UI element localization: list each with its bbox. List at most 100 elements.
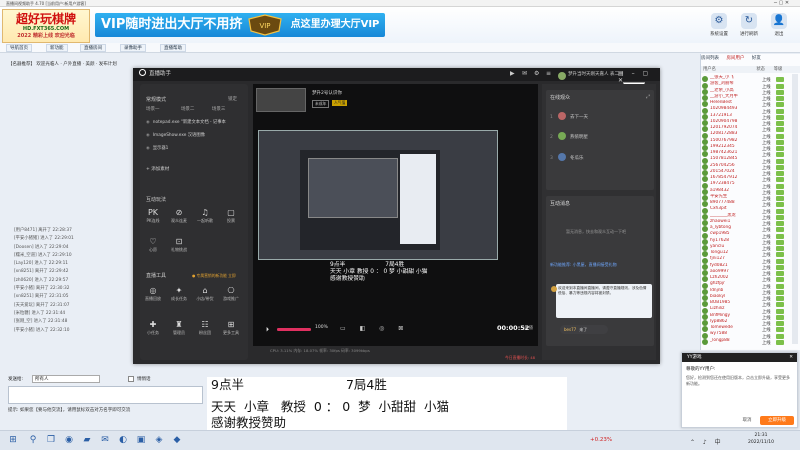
co-host-button[interactable]: ⊘ 观众连麦 bbox=[168, 208, 190, 231]
tab-scene-3[interactable]: 场景三 bbox=[212, 107, 226, 112]
gift-challenge-button[interactable]: ⊡ 礼物挑战 bbox=[168, 237, 190, 260]
message-input[interactable] bbox=[8, 386, 203, 404]
viewer-row[interactable]: 1 去下一天 bbox=[550, 112, 650, 120]
tool-label: 小任务 bbox=[147, 330, 159, 335]
app-icon[interactable]: ◈ bbox=[152, 433, 166, 447]
refresh-icon: ↻ bbox=[741, 13, 757, 29]
viewer-row[interactable]: 3 冬瓜乐 bbox=[550, 153, 650, 161]
mail-icon[interactable]: ✉ bbox=[522, 70, 531, 79]
task-button[interactable]: ✚ 小任务 bbox=[142, 320, 164, 346]
viewer-name: 燕侬明星 bbox=[570, 135, 588, 140]
scene-mode[interactable]: 常规模式 bbox=[146, 96, 166, 103]
end-live-button[interactable]: 关播 bbox=[524, 325, 533, 331]
logout-button[interactable]: 👤 退出 bbox=[764, 13, 794, 43]
send-target-select[interactable]: 所有人 bbox=[32, 375, 100, 383]
window-controls[interactable]: ─ ▢ ✕ bbox=[774, 0, 800, 7]
browser-icon[interactable]: ◉ bbox=[62, 433, 76, 447]
lock-toggle[interactable]: 锁定 bbox=[228, 96, 237, 102]
settings-button[interactable]: ⚙ 系统设置 bbox=[704, 13, 734, 43]
heart-icon: ♡ bbox=[149, 237, 157, 246]
yy-cancel-button[interactable]: 取消 bbox=[735, 416, 759, 425]
music-button[interactable]: ♫ 一起听歌 bbox=[194, 208, 216, 231]
overlay-rule: 7局4胜 bbox=[345, 377, 387, 392]
site-logo[interactable]: 超好玩棋牌 HD.FXT365.COM 2022 精彩上线 欢迎光临 bbox=[2, 9, 90, 43]
logo-url: HD.FXT365.COM bbox=[22, 26, 70, 32]
tab-scene-2[interactable]: 场景二 bbox=[181, 107, 195, 112]
nav-help[interactable]: 直播帮助 bbox=[160, 44, 186, 52]
wish-button[interactable]: ♡ 心愿 bbox=[142, 237, 164, 260]
user-row[interactable]: _longp88 上线 bbox=[702, 338, 798, 346]
fan-group-button[interactable]: ☷ 粉丝团 bbox=[194, 320, 216, 346]
expand-icon[interactable]: ⤢ bbox=[646, 94, 650, 100]
settings-icon[interactable]: ⚙ bbox=[534, 70, 543, 79]
vip-badge-icon: VIP bbox=[245, 13, 285, 37]
folder-icon[interactable]: ▰ bbox=[80, 433, 94, 447]
user-list-scrollbar[interactable] bbox=[792, 74, 798, 344]
tool-label: 直播回放 bbox=[145, 296, 161, 301]
shop-button[interactable]: ⌂ 小店/带货 bbox=[194, 286, 216, 312]
pk-button[interactable]: PK PK连线 bbox=[142, 208, 164, 231]
add-source-button[interactable]: + 添加素材 bbox=[146, 165, 186, 175]
info-line: 【名器推荐】 欢迎光临人 · 户外直播 · 美颜 · 发布计划 bbox=[8, 62, 117, 67]
nav-record[interactable]: 录像助手 bbox=[120, 44, 146, 52]
col-level: 等级 bbox=[773, 67, 783, 72]
task-view-icon[interactable]: ❐ bbox=[44, 433, 58, 447]
growth-button[interactable]: ✦ 成长任务 bbox=[168, 286, 190, 312]
captured-overlay-text: 9点半 7局4胜 天天 小章 教授 0 ： 0 梦 小甜甜 小猫 感谢教授赞助 bbox=[330, 262, 490, 304]
record-icon: ◎ bbox=[149, 286, 157, 295]
app-title: 直播助手 bbox=[149, 71, 172, 77]
search-icon[interactable]: ⚲ bbox=[26, 433, 40, 447]
col-status: 状态 bbox=[756, 67, 765, 72]
store-icon[interactable]: ✉ bbox=[98, 433, 112, 447]
more-tools-button[interactable]: ⊞ 更多工具 bbox=[220, 320, 242, 346]
volume-slider[interactable] bbox=[277, 328, 311, 331]
tab-room-list[interactable]: 房间列表 bbox=[701, 56, 719, 61]
taskbar-clock[interactable]: 21:31 2022/11/10 bbox=[736, 432, 786, 448]
replay-button[interactable]: ◎ 直播回放 bbox=[142, 286, 164, 312]
game-promo-button[interactable]: ⎔ 游戏推广 bbox=[220, 286, 242, 312]
tab-room-users[interactable]: 房间用户 bbox=[726, 56, 744, 61]
chat-messages-box bbox=[546, 196, 654, 346]
stock-indicator[interactable]: +0.23% bbox=[590, 437, 612, 443]
viewer-row[interactable]: 2 燕侬明星 bbox=[550, 132, 650, 140]
play-icon[interactable]: ▶ bbox=[510, 70, 519, 79]
tool-label: 礼物挑战 bbox=[171, 247, 187, 252]
captured-line: 感谢教授赞助 bbox=[330, 276, 365, 282]
avatar[interactable] bbox=[558, 72, 566, 80]
tab-friends[interactable]: 好友 bbox=[752, 56, 761, 61]
source-item[interactable]: ◉ 显示器1 bbox=[146, 144, 242, 154]
nav-new[interactable]: 新功能 bbox=[46, 44, 68, 52]
app-icon[interactable]: ▣ bbox=[134, 433, 148, 447]
live-tools: ◎ 直播回放 ✦ 成长任务 ⌂ 小店/带货 ⎔ 游戏推广 ✚ 小任务 ♜ 管理员 ☷ 粉丝团 … bbox=[142, 286, 246, 346]
capture-toolbar[interactable]: ▭ ◧ ◎ ⊠ bbox=[340, 325, 420, 332]
vip-ad-right[interactable]: 点这里办理大厅VIP bbox=[285, 13, 385, 37]
viewer-name: 冬瓜乐 bbox=[570, 156, 584, 161]
admin-button[interactable]: ♜ 管理员 bbox=[168, 320, 190, 346]
vote-icon: ▢ bbox=[227, 208, 235, 217]
source-item[interactable]: ◉ notepad.exe "新建文本文档 - 记事本 bbox=[146, 118, 242, 128]
tray-icons[interactable]: ⌃ ♪ 中 bbox=[690, 437, 724, 446]
whisper-checkbox[interactable] bbox=[128, 376, 134, 382]
chat-line: [米粒糖] 进入了 22:31:44 bbox=[14, 310, 66, 316]
yy-upgrade-button[interactable]: 立即升级 bbox=[760, 416, 794, 425]
windows-start-icon[interactable]: ⊞ bbox=[6, 433, 20, 447]
mic-icon[interactable]: ⏵ bbox=[266, 326, 269, 334]
overlay-time: 9点半 bbox=[211, 377, 244, 392]
message-avatar bbox=[551, 286, 557, 292]
app-icon[interactable]: ◆ bbox=[170, 433, 184, 447]
refresh-button[interactable]: ↻ 进行刷新 bbox=[734, 13, 764, 43]
tab-scene-1[interactable]: 场景一 bbox=[146, 107, 160, 112]
source-item[interactable]: ◉ ImageShow.exe 汉语图像 bbox=[146, 131, 242, 141]
tool-label: PK连线 bbox=[146, 218, 160, 223]
source-label: 显示器1 bbox=[152, 146, 169, 151]
tool-label: 小店/带货 bbox=[196, 296, 214, 301]
close-icon[interactable]: ✕ bbox=[789, 353, 793, 362]
menu-icon[interactable]: ≡ bbox=[546, 70, 555, 79]
obs-window-controls[interactable]: ▤ – ▢ ✕ bbox=[618, 70, 658, 84]
nav-room[interactable]: 直播房间 bbox=[80, 44, 106, 52]
nav-home[interactable]: 导航首页 bbox=[6, 44, 32, 52]
logout-label: 退出 bbox=[774, 32, 784, 37]
vote-button[interactable]: ▢ 投票 bbox=[220, 208, 242, 231]
window-titlebar: 直播间视频助手 4.70 [当前用户:新用户游客] bbox=[0, 0, 800, 7]
edge-icon[interactable]: ◐ bbox=[116, 433, 130, 447]
